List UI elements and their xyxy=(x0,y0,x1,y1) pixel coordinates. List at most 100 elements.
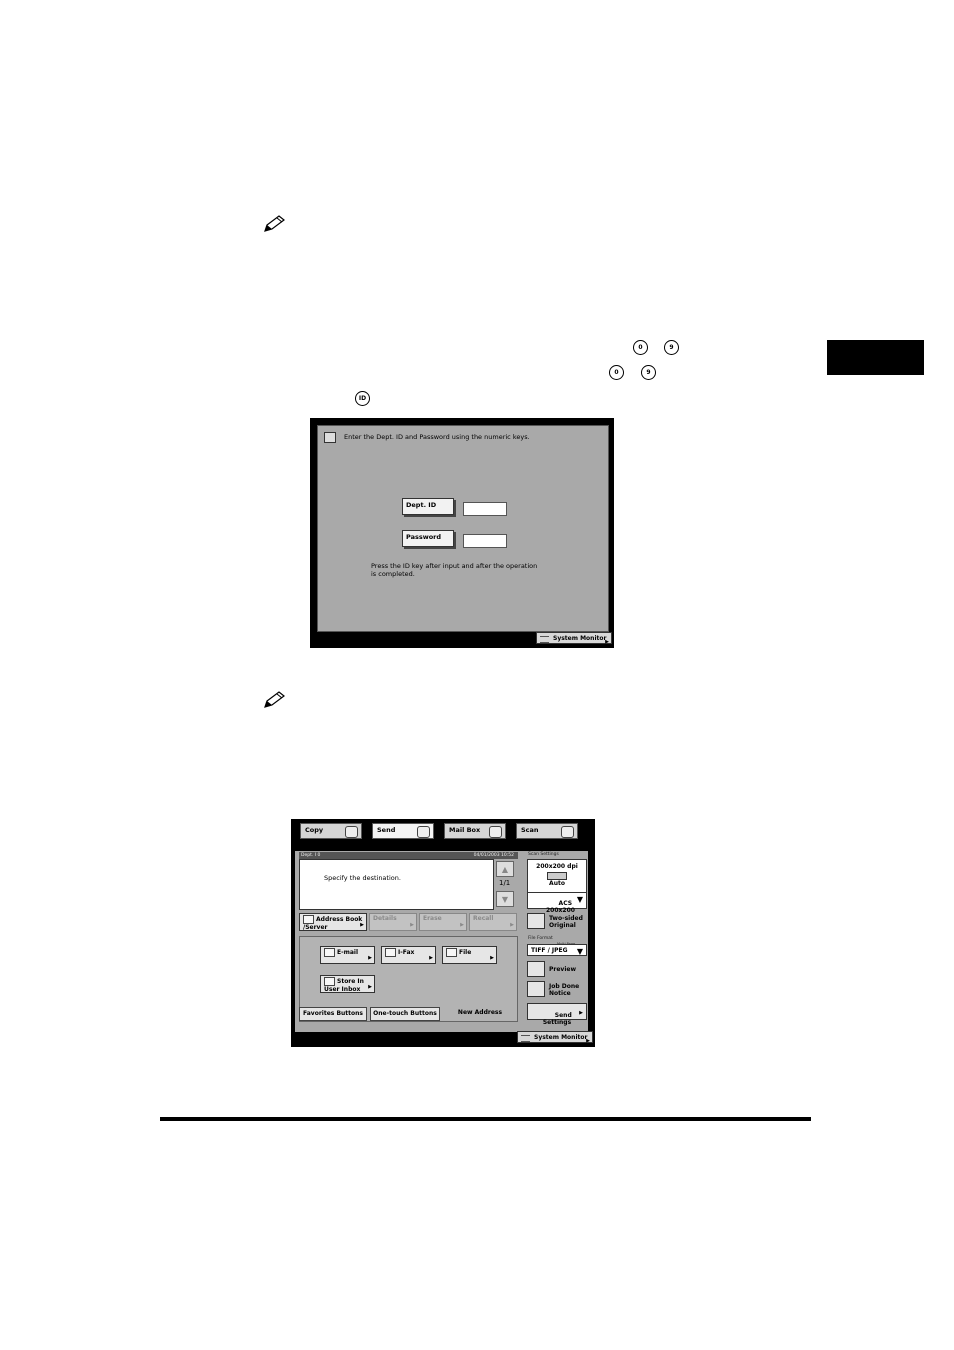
file-icon xyxy=(446,948,457,957)
tab-mail-box-label: Mail Box xyxy=(449,826,481,834)
dept-id-panel: Enter the Dept. ID and Password using th… xyxy=(317,425,609,632)
arrow-right-icon: ▶ xyxy=(368,984,372,990)
two-sided-label: Two-sided Original xyxy=(549,915,583,929)
job-done-notice-button[interactable]: Job Done Notice xyxy=(527,981,587,999)
two-sided-icon xyxy=(527,913,545,929)
scan-settings-box[interactable]: 200x200 dpi Auto xyxy=(527,859,587,894)
arrow-right-icon: ▶ xyxy=(360,922,364,928)
dept-id-screen: Enter the Dept. ID and Password using th… xyxy=(310,418,614,648)
arrow-right-icon: ▶ xyxy=(490,955,494,961)
envelope-icon xyxy=(324,948,335,957)
mailbox-icon xyxy=(489,826,502,838)
address-book-button[interactable]: Address Book /Server ▶ xyxy=(299,913,367,931)
arrow-right-icon: ▶ xyxy=(605,639,609,645)
scan-icon xyxy=(561,826,574,838)
send-settings-button[interactable]: Send Settings ▶ xyxy=(527,1003,587,1026)
color-mode-icon xyxy=(547,872,567,880)
details-label: Details xyxy=(373,915,397,922)
file-format-select[interactable]: TIFF / JPEG ▼ xyxy=(527,944,587,956)
color-mode-value: Auto xyxy=(549,880,565,887)
job-done-icon xyxy=(527,981,545,997)
dept-id-field[interactable] xyxy=(463,502,507,516)
status-bar: Dept. I 0 04/01/2003 10:52 xyxy=(299,852,518,859)
tab-favorites-buttons[interactable]: Favorites Buttons xyxy=(299,1007,367,1021)
ifax-icon xyxy=(385,948,396,957)
id-key-icon: ID xyxy=(355,391,370,406)
arrow-right-icon: ▶ xyxy=(410,922,414,928)
file-label: File xyxy=(459,949,472,956)
two-sided-original-button[interactable]: Two-sided Original xyxy=(527,913,587,931)
id-key-note: Press the ID key after input and after t… xyxy=(371,562,538,578)
page-bottom-rule xyxy=(160,1117,811,1121)
arrow-right-icon: ▶ xyxy=(368,955,372,961)
numeric-key-0-icon: 0 xyxy=(609,365,624,380)
destination-list[interactable]: Specify the destination. xyxy=(299,859,494,910)
password-field[interactable] xyxy=(463,534,507,548)
system-monitor-label: System Monitor xyxy=(553,635,607,642)
page-indicator: 1/1 xyxy=(499,879,511,887)
chapter-tab-marker xyxy=(827,340,924,375)
note-pencil-icon xyxy=(264,215,285,232)
monitor-lines-icon xyxy=(540,636,549,643)
email-button[interactable]: E-mail ▶ xyxy=(320,946,375,964)
recall-button[interactable]: Recall ▶ xyxy=(469,913,517,931)
preview-label: Preview xyxy=(549,966,577,973)
monitor-lines-icon xyxy=(521,1035,530,1042)
preview-button[interactable]: Preview xyxy=(527,961,587,977)
system-monitor-label: System Monitor xyxy=(534,1034,588,1041)
note-pencil-icon xyxy=(264,691,285,708)
scroll-down-button[interactable]: ▼ xyxy=(496,891,514,907)
arrow-right-icon: ▶ xyxy=(510,922,514,928)
send-screen: Copy Send Mail Box Scan Dept. I 0 04/01/… xyxy=(291,819,595,1047)
tab-mail-box[interactable]: Mail Box xyxy=(444,823,506,839)
inbox-icon xyxy=(324,977,335,986)
dept-id-button[interactable]: Dept. ID xyxy=(402,498,454,515)
resolution-value: 200x200 dpi xyxy=(536,863,578,870)
send-main-area: Dept. I 0 04/01/2003 10:52 Specify the d… xyxy=(295,851,588,1032)
numeric-key-9-icon: 9 xyxy=(664,340,679,355)
recall-label: Recall xyxy=(473,915,494,922)
dropdown-arrow-icon: ▼ xyxy=(576,895,583,904)
datetime-status: 04/01/2003 10:52 xyxy=(473,853,514,858)
ifax-button[interactable]: I-Fax ▶ xyxy=(381,946,436,964)
preview-icon xyxy=(527,961,545,977)
acs-value: ACS 200x200 xyxy=(546,900,575,914)
system-monitor-button[interactable]: System Monitor ▶ xyxy=(536,632,612,645)
numeric-key-9-icon: 9 xyxy=(641,365,656,380)
file-format-label: File Format xyxy=(528,936,553,941)
dropdown-arrow-icon: ▼ xyxy=(576,947,583,956)
tab-scan[interactable]: Scan xyxy=(516,823,578,839)
tab-copy[interactable]: Copy xyxy=(300,823,362,839)
tab-one-touch-buttons[interactable]: One-touch Buttons xyxy=(370,1007,440,1021)
address-book-icon xyxy=(303,915,314,924)
arrow-right-icon: ▶ xyxy=(586,1038,590,1044)
send-highlight-ring xyxy=(367,820,439,846)
keypad-icon xyxy=(324,432,336,443)
email-label: E-mail xyxy=(337,949,359,956)
file-format-value: TIFF / JPEG xyxy=(531,947,568,954)
destination-prompt: Specify the destination. xyxy=(324,874,401,882)
numeric-key-0-icon: 0 xyxy=(633,340,648,355)
scan-settings-label: Scan Settings xyxy=(528,852,559,857)
dept-status: Dept. I 0 xyxy=(301,853,321,858)
scroll-up-button[interactable]: ▲ xyxy=(496,861,514,877)
password-button[interactable]: Password xyxy=(402,530,454,547)
job-done-label: Job Done Notice xyxy=(549,983,580,997)
file-button[interactable]: File ▶ xyxy=(442,946,497,964)
arrow-right-icon: ▶ xyxy=(579,1010,583,1016)
store-in-user-inbox-button[interactable]: Store In User Inbox ▶ xyxy=(320,975,375,993)
tab-new-address[interactable]: New Address xyxy=(445,1007,515,1021)
acs-resolution-select[interactable]: ACS 200x200 ▼ xyxy=(527,892,587,914)
system-monitor-button[interactable]: System Monitor ▶ xyxy=(517,1031,593,1044)
erase-button[interactable]: Erase ▶ xyxy=(419,913,467,931)
arrow-right-icon: ▶ xyxy=(460,922,464,928)
tab-scan-label: Scan xyxy=(521,826,539,834)
instruction-message: Enter the Dept. ID and Password using th… xyxy=(344,433,530,441)
copier-icon xyxy=(345,826,358,838)
tab-copy-label: Copy xyxy=(305,826,324,834)
details-button[interactable]: Details ▶ xyxy=(369,913,417,931)
arrow-right-icon: ▶ xyxy=(429,955,433,961)
ifax-label: I-Fax xyxy=(398,949,415,956)
erase-label: Erase xyxy=(423,915,442,922)
send-settings-label: Send Settings xyxy=(542,1012,572,1026)
